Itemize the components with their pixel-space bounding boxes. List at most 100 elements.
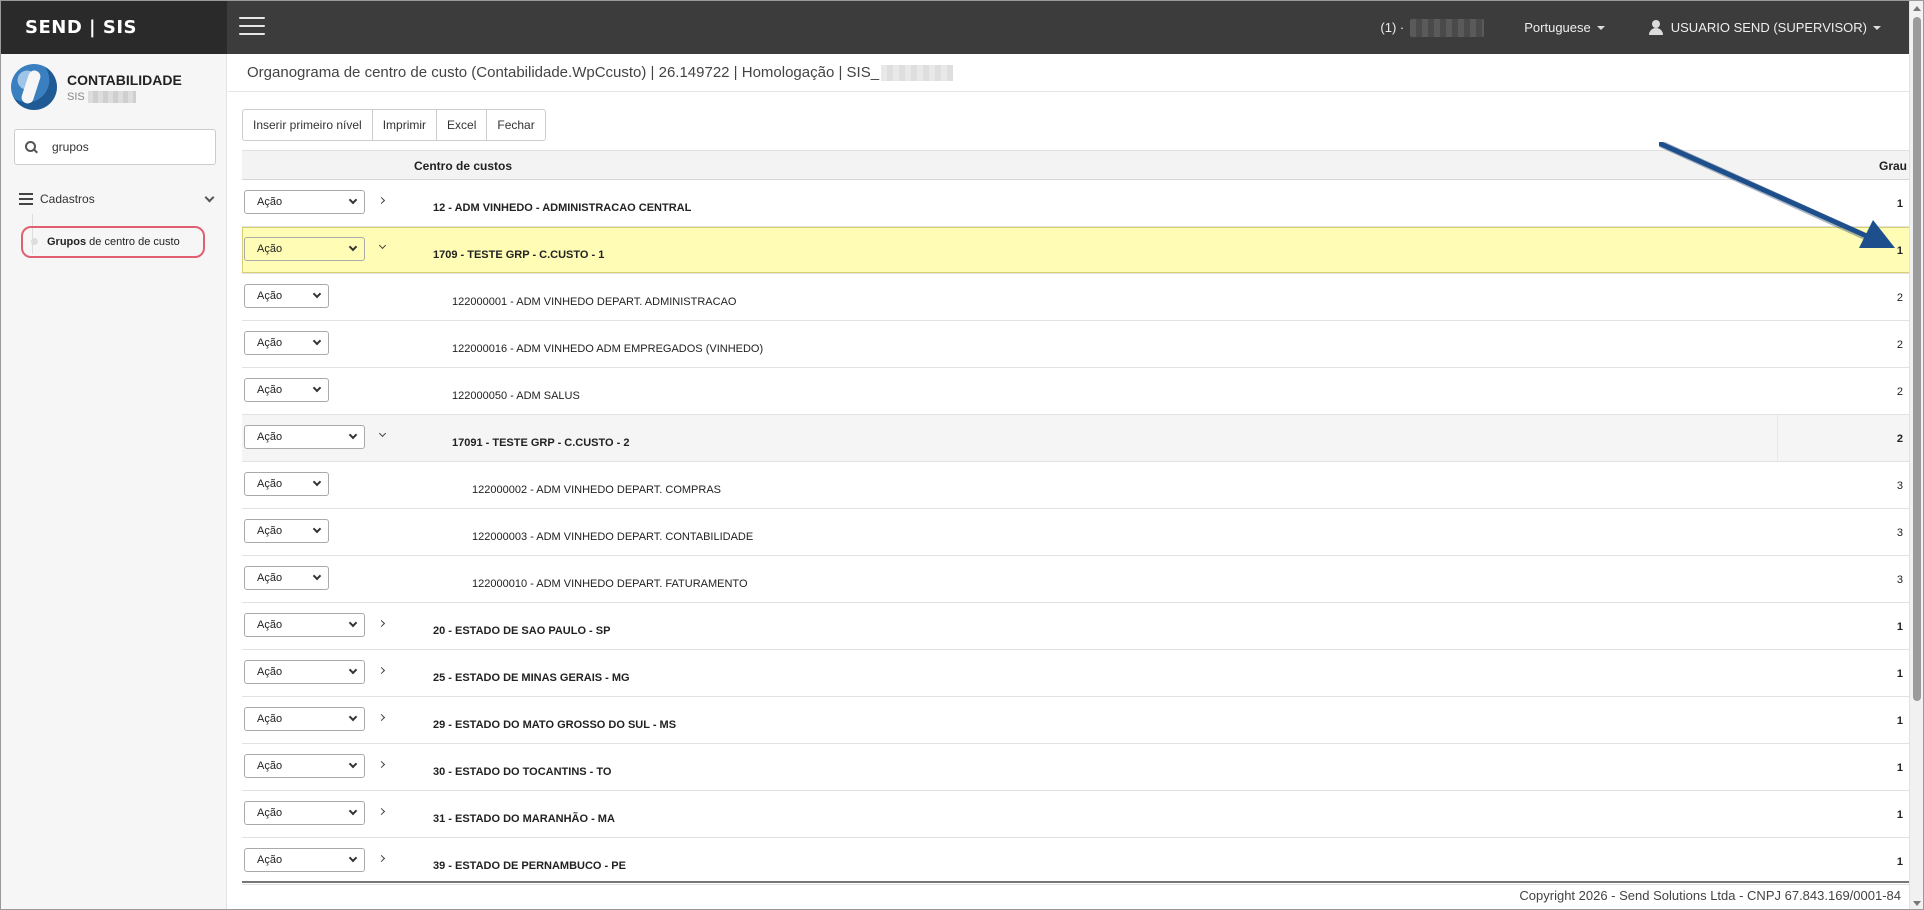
table-row[interactable]: Ação 122000016 - ADM VINHEDO ADM EMPREGAD… (242, 321, 1911, 368)
excel-button[interactable]: Excel (436, 109, 488, 141)
action-select-label: Ação (257, 431, 283, 443)
grau-value: 3 (1896, 527, 1903, 539)
table-row[interactable]: Ação 31 - ESTADO DO MARANHÃO - MA 1 (242, 791, 1911, 838)
grau-value: 3 (1896, 574, 1903, 586)
table-row[interactable]: Ação 20 - ESTADO DE SAO PAULO - SP 1 (242, 603, 1911, 650)
chevron-right-icon[interactable] (377, 807, 386, 816)
sidebar: CONTABILIDADE SIS Cadastros Grupos de ce… (1, 54, 227, 909)
chevron-down-icon (312, 383, 322, 393)
action-select[interactable]: Ação (244, 754, 365, 778)
cost-center-label: 29 - ESTADO DO MATO GROSSO DO SUL - MS (433, 719, 677, 731)
user-name: USUARIO SEND (SUPERVISOR) (1670, 20, 1867, 35)
cost-center-tree-grid: Centro de custos Grau Ação 12 - ADM VINHE… (242, 150, 1911, 885)
chevron-down-icon (348, 242, 358, 252)
grau-value: 2 (1896, 386, 1903, 398)
action-select[interactable]: Ação (244, 472, 329, 496)
table-row[interactable]: Ação 122000010 - ADM VINHEDO DEPART. FATU… (242, 556, 1911, 603)
action-select[interactable]: Ação (244, 848, 365, 872)
close-button[interactable]: Fechar (486, 109, 546, 141)
cost-center-label: 122000016 - ADM VINHEDO ADM EMPREGADOS (… (452, 343, 764, 355)
chevron-right-icon[interactable] (377, 713, 386, 722)
module-subtitle: SIS (67, 90, 182, 103)
sidebar-group-cadastros[interactable]: Cadastros (19, 187, 219, 211)
sidebar-item-label-bold: Grupos (47, 236, 87, 248)
action-select[interactable]: Ação (244, 660, 365, 684)
redacted-text (881, 64, 954, 81)
action-select[interactable]: Ação (244, 331, 329, 355)
language-label: Portuguese (1524, 20, 1591, 35)
menu-search-input[interactable] (52, 140, 202, 154)
action-select-label: Ação (257, 196, 283, 208)
action-select[interactable]: Ação (244, 190, 365, 214)
scroll-up-icon[interactable] (1913, 6, 1921, 11)
action-select-label: Ação (257, 525, 283, 537)
cost-center-label: 1709 - TESTE GRP - C.CUSTO - 1 (433, 249, 605, 261)
action-select[interactable]: Ação (244, 378, 329, 402)
chevron-down-icon (312, 289, 322, 299)
chevron-right-icon[interactable] (377, 854, 386, 863)
action-select-label: Ação (257, 854, 283, 866)
action-select[interactable]: Ação (244, 801, 365, 825)
action-select-label: Ação (257, 807, 283, 819)
action-select[interactable]: Ação (244, 237, 365, 261)
menu-search (14, 129, 216, 165)
grau-value: 2 (1896, 433, 1903, 445)
page-title-text: Organograma de centro de custo (Contabil… (247, 64, 880, 81)
action-select[interactable]: Ação (244, 566, 329, 590)
table-row[interactable]: Ação 17091 - TESTE GRP - C.CUSTO - 2 2 (242, 415, 1911, 462)
table-row[interactable]: Ação 30 - ESTADO DO TOCANTINS - TO 1 (242, 744, 1911, 791)
divider (242, 881, 1911, 883)
insert-first-level-button[interactable]: Inserir primeiro nível (242, 109, 373, 141)
sidebar-item-label: de centro de custo (86, 236, 180, 248)
chevron-right-icon[interactable] (377, 666, 386, 675)
caret-down-icon (1873, 25, 1881, 30)
action-select[interactable]: Ação (244, 613, 365, 637)
print-button[interactable]: Imprimir (371, 109, 438, 141)
table-row[interactable]: Ação 39 - ESTADO DE PERNAMBUCO - PE 1 (242, 838, 1911, 885)
footer-copyright: Copyright 2026 - Send Solutions Ltda - C… (1519, 888, 1901, 903)
action-select[interactable]: Ação (244, 707, 365, 731)
scroll-thumb[interactable] (1913, 17, 1921, 701)
chevron-down-icon[interactable] (378, 429, 387, 438)
cost-center-label: 122000003 - ADM VINHEDO DEPART. CONTABIL… (472, 531, 754, 543)
chevron-right-icon[interactable] (377, 196, 386, 205)
user-icon (1648, 20, 1663, 35)
column-header-centro[interactable]: Centro de custos (414, 159, 512, 173)
scroll-down-icon[interactable] (1913, 901, 1921, 906)
cost-center-label: 12 - ADM VINHEDO - ADMINISTRACAO CENTRAL (433, 202, 692, 214)
caret-down-icon (1596, 25, 1605, 30)
action-select[interactable]: Ação (244, 425, 365, 449)
action-select-label: Ação (257, 290, 283, 302)
vertical-scrollbar[interactable] (1909, 1, 1923, 909)
table-row[interactable]: Ação 29 - ESTADO DO MATO GROSSO DO SUL - … (242, 697, 1911, 744)
menu-toggle-icon[interactable] (239, 17, 265, 37)
action-select-label: Ação (257, 478, 283, 490)
chevron-right-icon[interactable] (377, 619, 386, 628)
grau-value: 1 (1896, 715, 1903, 727)
page-title: Organograma de centro de custo (Contabil… (247, 64, 954, 81)
action-select[interactable]: Ação (244, 519, 329, 543)
grau-value: 1 (1896, 809, 1903, 821)
action-select[interactable]: Ação (244, 284, 329, 308)
user-menu[interactable]: USUARIO SEND (SUPERVISOR) (1648, 20, 1881, 35)
table-row[interactable]: Ação 122000002 - ADM VINHEDO DEPART. COMP… (242, 462, 1911, 509)
chevron-right-icon[interactable] (377, 760, 386, 769)
brand-logo[interactable]: SEND | SIS (1, 1, 227, 54)
action-select-label: Ação (257, 572, 283, 584)
table-row[interactable]: Ação 122000050 - ADM SALUS 2 (242, 368, 1911, 415)
table-row[interactable]: Ação 122000001 - ADM VINHEDO DEPART. ADMI… (242, 274, 1911, 321)
sidebar-item-grupos-centro-custo[interactable]: Grupos de centro de custo (21, 226, 205, 258)
cost-center-label: 25 - ESTADO DE MINAS GERAIS - MG (433, 672, 630, 684)
company-logo-icon (11, 64, 57, 110)
grau-value: 1 (1896, 668, 1903, 680)
annotation-arrow-icon (1659, 142, 1895, 248)
chevron-down-icon (312, 524, 322, 534)
chevron-down-icon[interactable] (378, 241, 387, 250)
language-dropdown[interactable]: Portuguese (1524, 20, 1605, 35)
notification-indicator[interactable]: (1) · (1380, 18, 1485, 37)
table-row[interactable]: Ação 25 - ESTADO DE MINAS GERAIS - MG 1 (242, 650, 1911, 697)
table-row[interactable]: Ação 122000003 - ADM VINHEDO DEPART. CONT… (242, 509, 1911, 556)
chevron-down-icon (348, 195, 358, 205)
grau-value: 1 (1896, 856, 1903, 868)
action-select-label: Ação (257, 337, 283, 349)
